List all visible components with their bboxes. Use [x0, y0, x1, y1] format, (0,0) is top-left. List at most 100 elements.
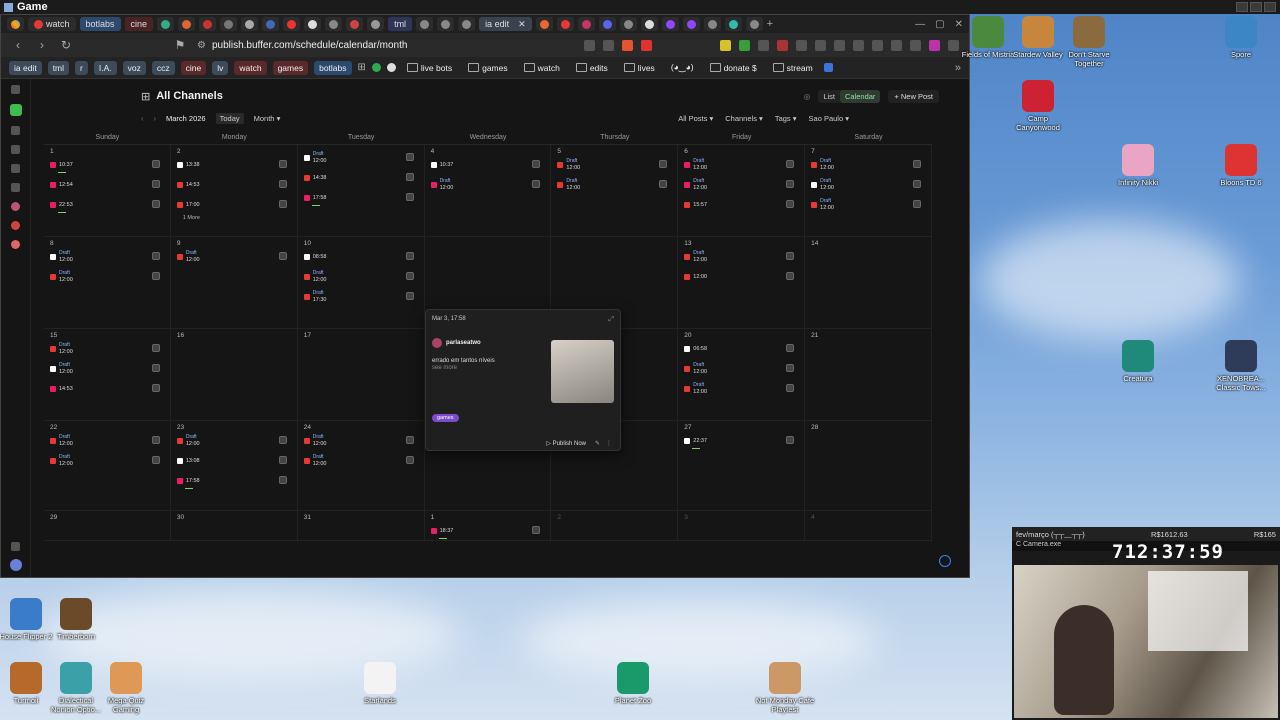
- tab-icon[interactable]: [458, 17, 476, 31]
- tab-icon[interactable]: [262, 17, 280, 31]
- desktop-shortcut[interactable]: Don't Starve Together: [1059, 16, 1119, 68]
- minimize-icon[interactable]: —: [915, 19, 925, 30]
- forward-icon[interactable]: ›: [35, 38, 49, 52]
- extension-icon[interactable]: [720, 39, 731, 51]
- day-cell[interactable]: 23 Draft 12:00 13:08 17:58: [170, 421, 298, 511]
- maximize-icon[interactable]: ▢: [935, 19, 944, 30]
- extension-icon[interactable]: [758, 39, 769, 51]
- scheduled-post[interactable]: Draft12:00: [430, 175, 545, 195]
- publish-icon[interactable]: [11, 85, 20, 94]
- url-field[interactable]: ⚙ publish.buffer.com/schedule/calendar/m…: [197, 36, 574, 54]
- expand-icon[interactable]: ⤢: [608, 316, 614, 324]
- desktop-shortcut[interactable]: Infinity Nikki: [1108, 144, 1168, 187]
- day-cell[interactable]: 31: [297, 511, 425, 541]
- desktop-shortcut[interactable]: Timberborn: [46, 598, 106, 641]
- apps-grid-icon[interactable]: ⊞: [358, 62, 366, 73]
- scheduled-post[interactable]: Draft12:00: [684, 359, 798, 379]
- day-cell[interactable]: 8 Draft 12:00 Draft 12:00: [44, 237, 171, 329]
- tab-icon[interactable]: [437, 17, 455, 31]
- scheduled-post[interactable]: Draft12:00: [303, 431, 418, 451]
- today-button[interactable]: Today: [215, 112, 244, 124]
- close-tab-icon[interactable]: ✕: [518, 19, 526, 30]
- extension-icon[interactable]: [823, 63, 833, 72]
- user-avatar[interactable]: [9, 559, 22, 571]
- tab-icon[interactable]: [682, 17, 700, 31]
- tab-icon[interactable]: [416, 17, 434, 31]
- day-cell[interactable]: 22 Draft 12:00 Draft 12:00: [44, 421, 171, 511]
- scheduled-post[interactable]: Draft12:00: [303, 267, 418, 287]
- scheduled-post[interactable]: Draft12:00: [684, 155, 798, 175]
- scheduled-post[interactable]: Draft12:00: [811, 195, 925, 215]
- scheduled-post[interactable]: Draft12:00: [557, 175, 671, 195]
- share-icon[interactable]: [603, 39, 614, 51]
- more-bookmarks-icon[interactable]: »: [955, 62, 961, 74]
- pin-icon[interactable]: [11, 126, 20, 135]
- day-cell[interactable]: 30: [170, 511, 298, 541]
- new-post-button[interactable]: + New Post: [888, 89, 939, 103]
- bookmark-folder-watch[interactable]: watch: [519, 61, 565, 75]
- tab-icon[interactable]: [745, 17, 763, 31]
- filter-channels[interactable]: Channels ▾: [725, 114, 763, 123]
- site-settings-icon[interactable]: ⚙: [197, 40, 206, 51]
- scheduled-post[interactable]: 14:53: [50, 379, 164, 399]
- scheduled-post[interactable]: Draft12:00: [684, 379, 798, 399]
- wallet-icon[interactable]: [872, 39, 883, 51]
- profile-icon[interactable]: [929, 39, 940, 51]
- scheduled-post[interactable]: Draft12:00: [50, 359, 164, 379]
- day-cell[interactable]: 9 Draft 12:00: [170, 237, 298, 329]
- bookmark-tml[interactable]: tml: [47, 60, 70, 75]
- scheduled-post[interactable]: 17:58: [176, 471, 291, 491]
- channel-avatar[interactable]: [11, 202, 20, 211]
- scheduled-post[interactable]: Draft 17:30: [303, 287, 418, 307]
- tag-badge[interactable]: games: [432, 414, 459, 422]
- desktop-shortcut[interactable]: Not Monday Cafe Playtest: [755, 662, 815, 714]
- scheduled-post[interactable]: 06:58: [684, 339, 798, 359]
- new-tab-icon[interactable]: +: [767, 18, 773, 30]
- bookmark-r[interactable]: r: [75, 60, 88, 75]
- scheduled-post[interactable]: 17:58: [303, 188, 418, 208]
- scheduled-post[interactable]: 14:38: [303, 168, 418, 188]
- tab-tml[interactable]: tml: [388, 17, 413, 31]
- shield-icon[interactable]: [622, 39, 633, 51]
- day-cell[interactable]: 5 Draft 12:00 Draft 12:00: [551, 145, 679, 237]
- desktop-shortcut[interactable]: Starlands: [350, 662, 410, 705]
- extension-icon[interactable]: [386, 63, 396, 72]
- tab-icon[interactable]: [619, 17, 637, 31]
- calendar-icon[interactable]: [11, 145, 20, 154]
- scheduled-post[interactable]: 10:37: [50, 155, 164, 175]
- filter-timezone[interactable]: Sao Paulo ▾: [809, 114, 849, 123]
- day-cell[interactable]: 17: [297, 329, 425, 421]
- tab-icon[interactable]: [661, 17, 679, 31]
- day-cell[interactable]: 1 18:37: [424, 511, 552, 541]
- prev-month-icon[interactable]: ‹: [141, 114, 144, 123]
- scheduled-post[interactable]: Draft12:00: [50, 247, 164, 267]
- day-cell[interactable]: 2 13:38 14:53 17:00 1 More: [170, 145, 298, 237]
- bookmark-ia[interactable]: I.A.: [93, 60, 117, 75]
- calendar-view-button[interactable]: Calendar: [839, 89, 881, 103]
- day-cell[interactable]: 7 Draft 12:00 Draft 12:00 Draft 12:00: [805, 145, 932, 237]
- day-cell[interactable]: 4 10:37 Draft 12:00: [424, 145, 552, 237]
- scheduled-post[interactable]: Draft12:00: [684, 175, 798, 195]
- channel-avatar[interactable]: [11, 221, 20, 230]
- publish-now-button[interactable]: ▷ Publish Now: [546, 440, 586, 447]
- tab-icon[interactable]: [199, 17, 217, 31]
- scheduled-post[interactable]: Draft12:00: [811, 175, 925, 195]
- tab-watch[interactable]: watch: [28, 17, 76, 31]
- bookmark-lv[interactable]: lv: [212, 60, 229, 75]
- tab-icon[interactable]: [304, 17, 322, 31]
- extension-icon[interactable]: [834, 39, 845, 51]
- tab-icon[interactable]: [220, 17, 238, 31]
- extension-icon[interactable]: [796, 39, 807, 51]
- day-cell[interactable]: Draft 12:00 14:38 17:58: [297, 145, 425, 237]
- show-more-link[interactable]: 1 More: [183, 215, 291, 221]
- channel-icon[interactable]: [11, 183, 20, 192]
- restore-button[interactable]: [1250, 2, 1262, 12]
- close-button[interactable]: [1264, 2, 1276, 12]
- extension-icon[interactable]: [371, 63, 381, 72]
- reload-icon[interactable]: ↻: [59, 38, 73, 52]
- day-cell[interactable]: 15 Draft 12:00 Draft 12:00 14:53: [44, 329, 171, 421]
- day-cell[interactable]: 28: [805, 421, 932, 511]
- tab-ia-edit[interactable]: ia edit ✕: [479, 17, 532, 31]
- filter-tags[interactable]: Tags ▾: [775, 114, 797, 123]
- bookmark-ccz[interactable]: ccz: [151, 60, 175, 75]
